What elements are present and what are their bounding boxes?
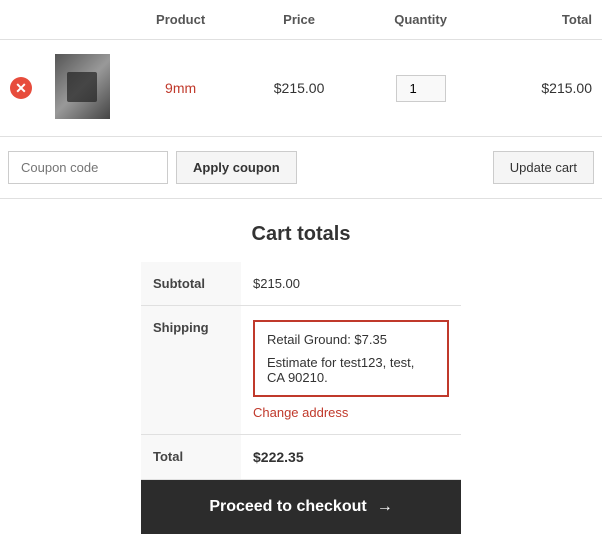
coupon-row: Apply coupon Update cart: [0, 137, 602, 199]
checkout-section: Cart totals Subtotal $215.00 Shipping Re…: [0, 199, 602, 534]
product-price-cell: $215.00: [239, 40, 359, 137]
product-total-cell: $215.00: [482, 40, 602, 137]
shipping-row: Shipping Retail Ground: $7.35 Estimate f…: [141, 306, 461, 435]
product-quantity-cell: [359, 40, 482, 137]
coupon-left: Apply coupon: [8, 151, 297, 184]
subtotal-label: Subtotal: [141, 262, 241, 306]
col-quantity: Quantity: [359, 0, 482, 40]
product-thumbnail: [55, 54, 110, 119]
table-row: ✕ 9mm $215.00 $215.00: [0, 40, 602, 137]
cart-totals-title: Cart totals: [252, 223, 351, 246]
shipping-cell: Retail Ground: $7.35 Estimate for test12…: [241, 306, 461, 435]
product-link[interactable]: 9mm: [165, 80, 196, 96]
checkout-btn-wrapper: Proceed to checkout →: [141, 480, 461, 534]
cart-totals-table: Subtotal $215.00 Shipping Retail Ground:…: [141, 262, 461, 480]
shipping-method: Retail Ground: $7.35: [267, 332, 435, 347]
cart-table: Product Price Quantity Total ✕ 9mm $215.…: [0, 0, 602, 137]
subtotal-row: Subtotal $215.00: [141, 262, 461, 306]
remove-cell: ✕: [0, 40, 42, 137]
col-product: Product: [122, 0, 239, 40]
checkout-button[interactable]: Proceed to checkout →: [141, 480, 461, 534]
col-total: Total: [482, 0, 602, 40]
change-address-link[interactable]: Change address: [253, 405, 449, 420]
coupon-input[interactable]: [8, 151, 168, 184]
checkout-arrow: →: [377, 498, 393, 516]
product-image-cell: [42, 40, 122, 137]
col-remove: [0, 0, 42, 40]
shipping-estimate: Estimate for test123, test, CA 90210.: [267, 355, 435, 385]
apply-coupon-button[interactable]: Apply coupon: [176, 151, 297, 184]
quantity-input[interactable]: [396, 75, 446, 102]
cart-totals-section: Cart totals Subtotal $215.00 Shipping Re…: [141, 199, 461, 534]
shipping-box: Retail Ground: $7.35 Estimate for test12…: [253, 320, 449, 397]
col-price: Price: [239, 0, 359, 40]
col-image: [42, 0, 122, 40]
total-label: Total: [141, 435, 241, 480]
update-cart-button[interactable]: Update cart: [493, 151, 594, 184]
checkout-label: Proceed to checkout: [209, 498, 366, 516]
product-name-cell: 9mm: [122, 40, 239, 137]
remove-item-button[interactable]: ✕: [10, 77, 32, 99]
shipping-label: Shipping: [141, 306, 241, 435]
total-value: $222.35: [241, 435, 461, 480]
total-row: Total $222.35: [141, 435, 461, 480]
subtotal-value: $215.00: [241, 262, 461, 306]
